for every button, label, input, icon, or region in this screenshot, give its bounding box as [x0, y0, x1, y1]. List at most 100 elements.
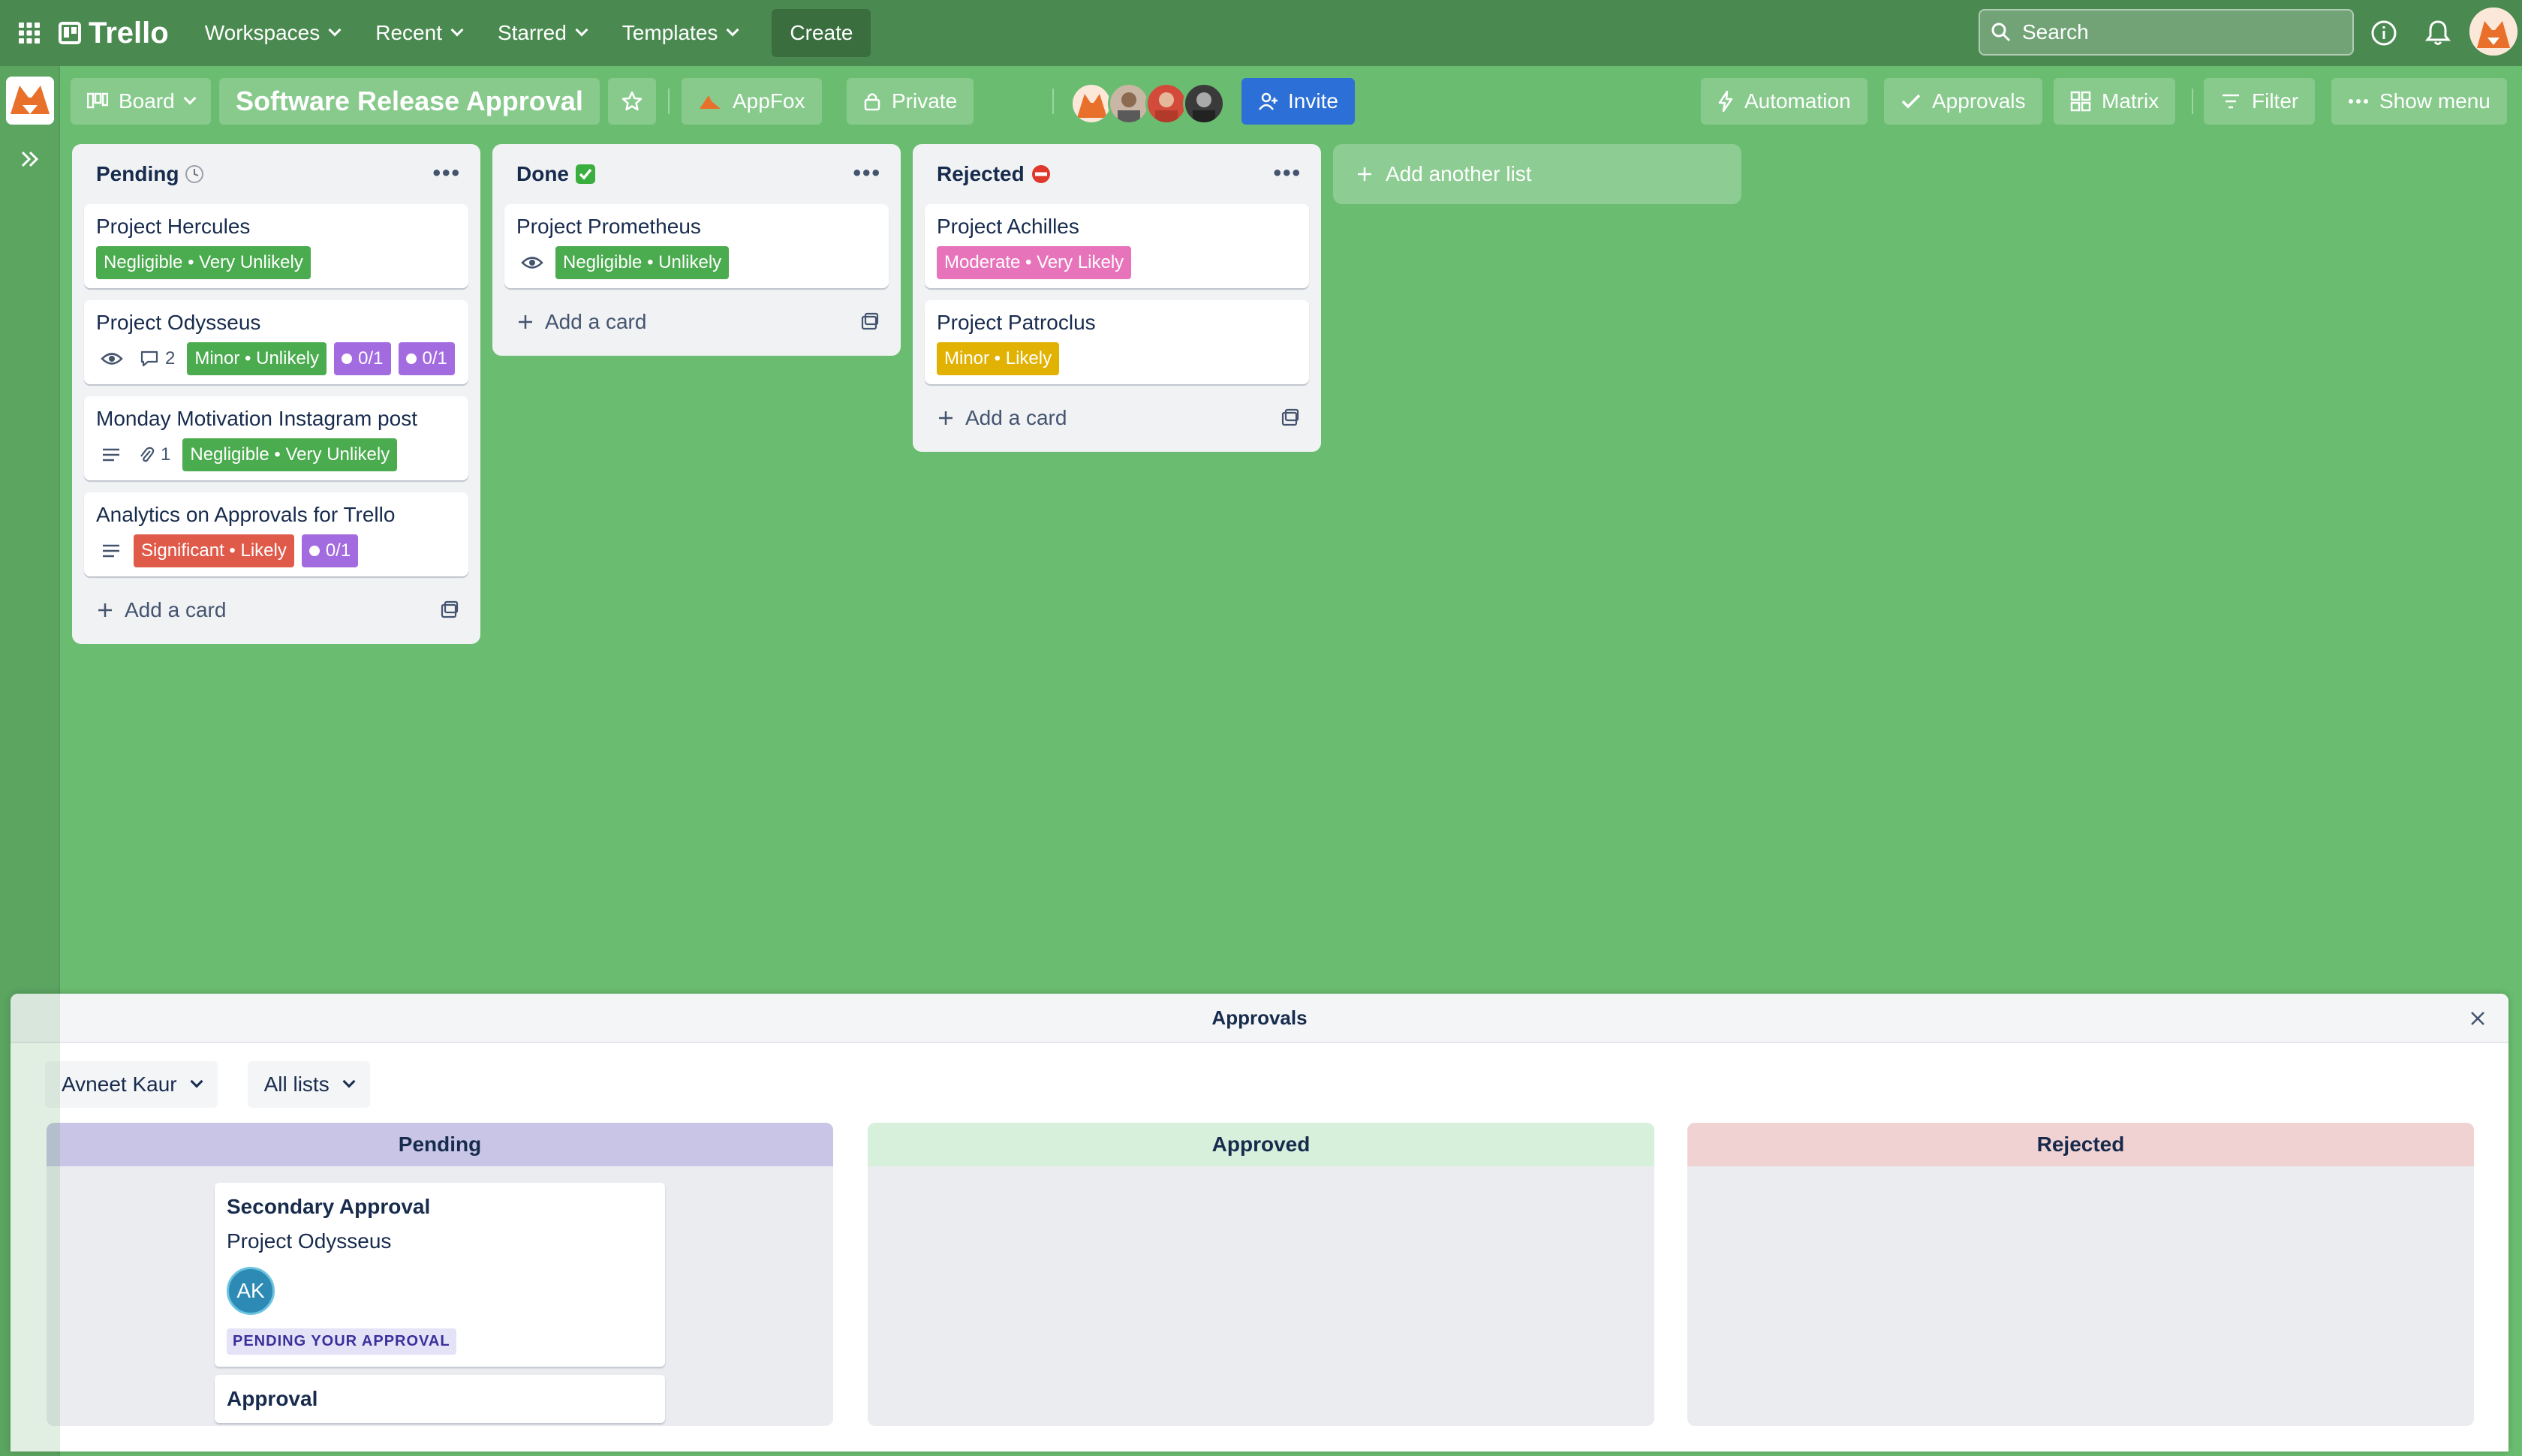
risk-label[interactable]: Moderate • Very Likely [937, 246, 1132, 279]
list-menu-icon[interactable]: ••• [853, 161, 881, 186]
close-icon[interactable] [2466, 1007, 2489, 1030]
approvals-panel-title: Approvals [1211, 1006, 1308, 1029]
status-badge: PENDING YOUR APPROVAL [227, 1328, 456, 1355]
show-menu-button[interactable]: Show menu [2331, 78, 2507, 125]
add-card-button[interactable]: Add a card [84, 588, 468, 632]
list-menu-icon[interactable]: ••• [432, 161, 461, 186]
risk-label[interactable]: Negligible • Very Unlikely [182, 438, 398, 471]
user-avatar[interactable] [2469, 8, 2517, 56]
member-avatar[interactable] [1145, 83, 1187, 125]
board-view-switcher[interactable]: Board [71, 78, 211, 125]
notification-bell-icon[interactable] [2421, 17, 2454, 50]
member-avatar[interactable] [1070, 83, 1112, 125]
card-title: Project Odysseus [96, 311, 261, 334]
approval-card[interactable]: Approval [215, 1375, 665, 1423]
card[interactable]: Project Odysseus 2 Minor • Unlikely 0/1 … [84, 300, 468, 384]
list-title: Done [516, 162, 569, 185]
comments-badge: 2 [135, 348, 179, 369]
nav-starred-label: Starred [497, 21, 567, 44]
card-template-icon[interactable] [860, 312, 880, 332]
chevron-down-icon [575, 23, 588, 37]
workspace-button[interactable]: AppFox [682, 78, 822, 125]
brand-name: Trello [89, 16, 169, 50]
add-another-list-button[interactable]: Add another list [1333, 144, 1741, 204]
card-title: Project Achilles [937, 215, 1079, 238]
approvals-column-approved: Approved [868, 1123, 1654, 1426]
add-card-label: Add a card [545, 310, 647, 333]
add-card-button[interactable]: Add a card [925, 396, 1309, 440]
list-header[interactable]: Done ••• [504, 144, 889, 204]
expand-sidebar-icon[interactable] [17, 146, 44, 173]
comment-count: 2 [165, 348, 176, 369]
member-avatar[interactable] [1108, 83, 1150, 125]
nav-recent[interactable]: Recent [362, 12, 475, 54]
more-dots-icon [2349, 99, 2368, 104]
automation-button[interactable]: Automation [1701, 78, 1867, 125]
card[interactable]: Analytics on Approvals for Trello Signif… [84, 492, 468, 576]
trello-logo[interactable]: Trello [59, 17, 169, 50]
chevron-down-icon [328, 23, 342, 37]
top-navigation: Trello Workspaces Recent Starred Templat… [0, 0, 2522, 66]
risk-label[interactable]: Minor • Likely [937, 342, 1060, 375]
nav-workspaces-label: Workspaces [204, 21, 321, 44]
filter-button[interactable]: Filter [2204, 78, 2316, 125]
add-list-label: Add another list [1386, 162, 1532, 185]
plus-icon [519, 315, 532, 329]
risk-label[interactable]: Negligible • Very Unlikely [96, 246, 311, 279]
no-entry-icon [1031, 165, 1050, 183]
workspace-fox-icon[interactable] [6, 77, 54, 125]
card-template-icon[interactable] [1281, 408, 1300, 428]
card[interactable]: Monday Motivation Instagram post 1 Negli… [84, 396, 468, 480]
header-divider [668, 89, 670, 114]
checkmark-icon [1901, 94, 1921, 109]
matrix-button[interactable]: Matrix [2054, 78, 2176, 125]
description-icon [96, 447, 126, 463]
chevron-down-icon [450, 23, 464, 37]
list-filter-select[interactable]: All lists [247, 1061, 370, 1108]
info-icon[interactable] [2367, 17, 2400, 50]
approvals-label: Approvals [1932, 89, 2026, 113]
plus-icon [939, 411, 953, 425]
approval-card[interactable]: Secondary Approval Project Odysseus AK P… [215, 1183, 665, 1367]
create-button[interactable]: Create [772, 9, 871, 57]
risk-label[interactable]: Negligible • Unlikely [555, 246, 730, 279]
user-filter-select[interactable]: Avneet Kaur [45, 1061, 218, 1108]
card[interactable]: Project Achilles Moderate • Very Likely [925, 204, 1309, 288]
add-card-label: Add a card [965, 406, 1067, 429]
star-icon [621, 91, 643, 111]
list-header[interactable]: Pending ••• [84, 144, 468, 204]
card[interactable]: Project Hercules Negligible • Very Unlik… [84, 204, 468, 288]
add-card-button[interactable]: Add a card [504, 300, 889, 344]
approvals-column-pending: Pending Secondary Approval Project Odyss… [47, 1123, 833, 1426]
lock-icon [864, 93, 880, 111]
list-rejected: Rejected ••• Project Achilles Moderate •… [913, 144, 1321, 452]
card[interactable]: Project Prometheus Negligible • Unlikely [504, 204, 889, 288]
description-icon [96, 543, 126, 559]
search-input[interactable]: Search [1979, 9, 2354, 56]
list-header[interactable]: Rejected ••• [925, 144, 1309, 204]
star-board-button[interactable] [608, 78, 656, 125]
risk-label[interactable]: Minor • Unlikely [187, 342, 327, 375]
card[interactable]: Project Patroclus Minor • Likely [925, 300, 1309, 384]
risk-label[interactable]: Significant • Likely [134, 534, 294, 567]
nav-starred[interactable]: Starred [484, 12, 600, 54]
list-menu-icon[interactable]: ••• [1273, 161, 1302, 186]
column-header: Pending [47, 1123, 833, 1166]
column-header: Approved [868, 1123, 1654, 1166]
appfox-logo-icon [700, 95, 721, 109]
card-template-icon[interactable] [440, 600, 459, 620]
card-title: Analytics on Approvals for Trello [96, 503, 396, 526]
visibility-button[interactable]: Private [847, 78, 974, 125]
apps-grid-icon[interactable] [8, 11, 51, 55]
board-title[interactable]: Software Release Approval [219, 78, 600, 125]
member-avatar[interactable] [1183, 83, 1225, 125]
approvals-button[interactable]: Approvals [1884, 78, 2042, 125]
invite-button[interactable]: Invite [1241, 78, 1355, 125]
list-filter-value: All lists [263, 1072, 330, 1096]
approver-avatar[interactable]: AK [227, 1267, 275, 1315]
nav-workspaces[interactable]: Workspaces [191, 12, 354, 54]
board-header: Board Software Release Approval AppFox P… [60, 66, 2522, 138]
plus-icon [98, 603, 112, 617]
nav-templates[interactable]: Templates [609, 12, 751, 54]
filter-icon [2223, 94, 2239, 109]
